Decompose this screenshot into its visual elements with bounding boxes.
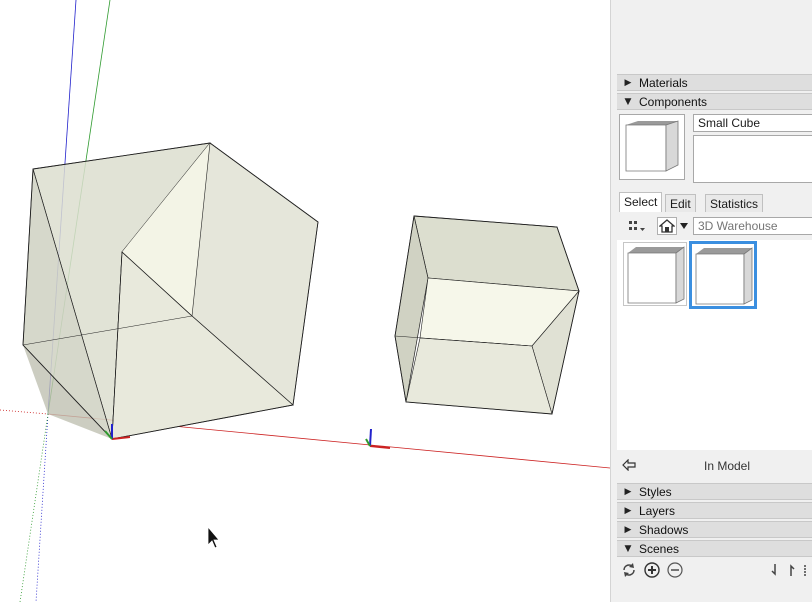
tab-select[interactable]: Select — [619, 192, 663, 212]
search-input[interactable] — [693, 217, 812, 235]
component-tabs: Select Edit Statistics — [617, 192, 812, 212]
component-results — [617, 240, 812, 450]
add-icon[interactable] — [644, 562, 660, 582]
view-options-icon[interactable] — [625, 217, 649, 235]
cube-thumbnail-icon — [627, 246, 685, 304]
default-tray: ▶ Materials ▼ Components Small Cube Sele… — [610, 0, 812, 602]
shadows-panel-label: Shadows — [639, 522, 689, 537]
tab-edit[interactable]: Edit — [665, 194, 696, 212]
layers-panel-label: Layers — [639, 503, 676, 518]
home-icon[interactable] — [657, 217, 677, 235]
cube-thumbnail-icon — [625, 120, 679, 172]
component-search-row — [617, 214, 812, 238]
small-cube[interactable] — [394, 215, 580, 415]
remove-icon[interactable] — [667, 562, 683, 582]
expand-arrow-icon: ▶ — [624, 486, 632, 497]
modeling-viewport[interactable] — [0, 0, 610, 602]
tab-statistics[interactable]: Statistics — [705, 194, 764, 212]
expand-arrow-icon: ▶ — [624, 77, 632, 88]
result-item-selected[interactable] — [689, 241, 757, 309]
component-preview — [619, 114, 685, 180]
scenes-panel-header[interactable]: ▼ Scenes — [617, 540, 812, 557]
materials-panel-label: Materials — [639, 75, 688, 90]
materials-panel-header[interactable]: ▶ Materials — [617, 74, 812, 91]
cube-thumbnail-icon — [695, 247, 753, 305]
refresh-icon[interactable] — [621, 562, 637, 582]
component-navigation: In Model — [617, 456, 812, 476]
scene-canvas[interactable] — [0, 0, 610, 602]
component-axis-gizmo — [365, 428, 391, 449]
result-item[interactable] — [623, 242, 687, 306]
shadows-panel-header[interactable]: ▶ Shadows — [617, 521, 812, 538]
styles-panel-header[interactable]: ▶ Styles — [617, 483, 812, 500]
green-axis-negative — [19, 413, 49, 602]
collapse-arrow-icon: ▼ — [624, 96, 632, 107]
chevron-down-icon[interactable] — [678, 217, 690, 235]
mouse-cursor-icon — [207, 525, 220, 549]
collapse-arrow-icon: ▼ — [624, 543, 632, 554]
scenes-toolbar — [617, 560, 812, 582]
details-icon[interactable] — [803, 562, 811, 582]
component-description-field[interactable] — [693, 135, 812, 183]
styles-panel-label: Styles — [639, 484, 672, 499]
blue-axis-negative — [35, 413, 49, 602]
back-arrow-icon[interactable] — [617, 458, 641, 474]
components-panel-header[interactable]: ▼ Components — [617, 93, 812, 110]
expand-arrow-icon: ▶ — [624, 505, 632, 516]
component-info: Small Cube — [617, 111, 812, 189]
move-down-icon[interactable] — [769, 562, 779, 582]
component-name-field[interactable]: Small Cube — [693, 114, 812, 132]
expand-arrow-icon: ▶ — [624, 524, 632, 535]
layers-panel-header[interactable]: ▶ Layers — [617, 502, 812, 519]
components-panel-label: Components — [639, 94, 708, 109]
collection-location-label: In Model — [703, 459, 751, 473]
scenes-panel-label: Scenes — [639, 541, 680, 556]
large-cube[interactable] — [22, 142, 319, 440]
red-axis-negative — [0, 409, 49, 415]
move-up-icon[interactable] — [787, 562, 797, 582]
